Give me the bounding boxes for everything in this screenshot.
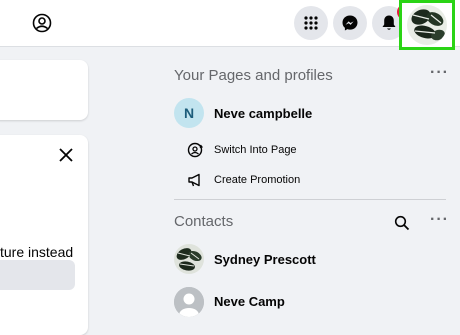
messenger-button[interactable] bbox=[333, 6, 367, 40]
section-divider bbox=[174, 199, 446, 200]
megaphone-icon[interactable] bbox=[186, 171, 204, 189]
contacts-more-button[interactable]: ··· bbox=[430, 211, 449, 229]
switch-into-page-link[interactable]: Switch Into Page bbox=[214, 144, 297, 156]
menu-button[interactable] bbox=[294, 6, 328, 40]
close-icon[interactable] bbox=[58, 147, 74, 163]
left-card-dialog bbox=[0, 135, 88, 335]
contact-avatar-plant[interactable] bbox=[174, 244, 204, 274]
page-avatar[interactable]: N bbox=[174, 98, 204, 128]
dialog-input-bar[interactable] bbox=[0, 260, 75, 290]
account-avatar bbox=[407, 5, 447, 45]
contacts-section-title: Contacts bbox=[174, 213, 234, 230]
left-card-top bbox=[0, 60, 88, 120]
page-name[interactable]: Neve campbelle bbox=[214, 106, 312, 121]
pages-more-button[interactable]: ··· bbox=[430, 64, 449, 82]
grid-menu-icon bbox=[304, 16, 318, 30]
dialog-partial-text: ture instead bbox=[0, 244, 74, 260]
switch-profile-icon[interactable] bbox=[186, 141, 204, 159]
contact-avatar-default[interactable] bbox=[174, 287, 204, 317]
search-icon[interactable] bbox=[394, 215, 410, 231]
create-promotion-link[interactable]: Create Promotion bbox=[214, 174, 300, 186]
bell-icon bbox=[382, 15, 396, 30]
account-button[interactable] bbox=[399, 0, 455, 50]
contact-name[interactable]: Neve Camp bbox=[214, 294, 285, 309]
profile-circle-icon[interactable] bbox=[32, 13, 52, 33]
pages-section-title: Your Pages and profiles bbox=[174, 67, 333, 84]
top-navigation-bar: 1 bbox=[0, 0, 460, 50]
contact-name[interactable]: Sydney Prescott bbox=[214, 252, 316, 267]
messenger-icon bbox=[342, 15, 358, 31]
